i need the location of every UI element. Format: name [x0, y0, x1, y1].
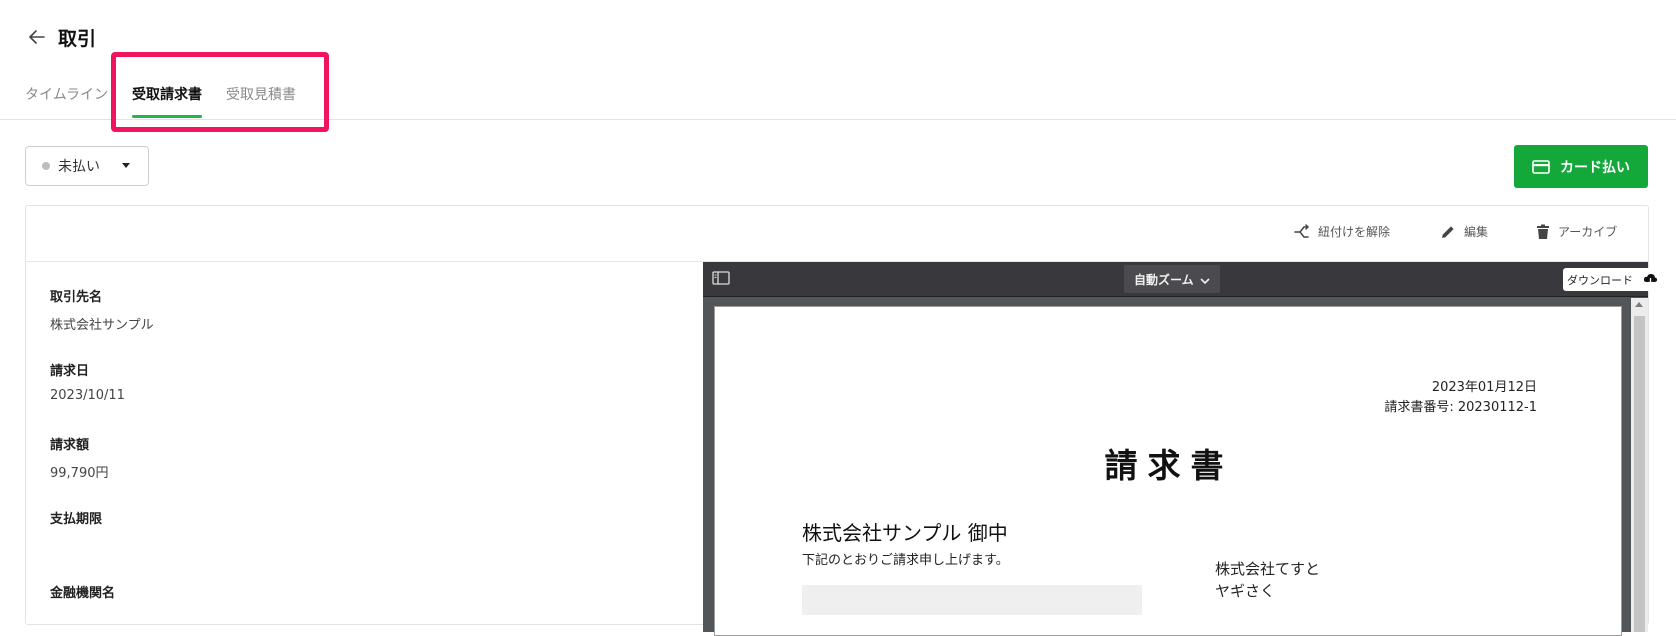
unlink-button[interactable]: 紐付けを解除	[1294, 223, 1390, 240]
doc-title: 請求書	[1104, 446, 1234, 485]
field-label-bank-name: 金融機関名	[50, 586, 116, 601]
page-header: 取引	[24, 22, 96, 52]
archive-button[interactable]: アーカイブ	[1536, 223, 1617, 240]
doc-invoice-number: 請求書番号: 20230112-1	[1384, 400, 1537, 415]
caret-down-icon	[122, 163, 130, 168]
field-label-amount: 請求額	[50, 438, 90, 453]
pdf-page: 2023年01月12日 請求書番号: 20230112-1 請求書 株式会社サン…	[714, 306, 1622, 636]
archive-label: アーカイブ	[1558, 225, 1618, 239]
tab-timeline[interactable]: タイムライン	[25, 84, 108, 104]
page-title: 取引	[58, 27, 97, 50]
tab-bar: タイムライン 受取請求書 受取見積書	[0, 78, 1676, 120]
download-button[interactable]: ダウンロード	[1563, 268, 1662, 291]
doc-contact: ヤギさく	[1215, 582, 1276, 600]
field-label-partner: 取引先名	[50, 290, 103, 305]
zoom-value: 自動ズーム	[1134, 272, 1194, 287]
credit-card-icon	[1532, 159, 1550, 174]
field-value-amount: 99,790円	[50, 466, 109, 481]
pdf-viewer: 自動ズーム ダウンロード 2023年01月12日 請求書番号: 20230112…	[703, 262, 1662, 636]
doc-amount-row	[802, 585, 1142, 615]
doc-recipient: 株式会社サンプル 御中	[802, 521, 1008, 545]
unlink-icon	[1294, 223, 1310, 240]
field-label-due-date: 支払期限	[50, 512, 103, 527]
active-tab-indicator	[132, 115, 202, 118]
card-pay-button[interactable]: カード払い	[1514, 145, 1648, 188]
edit-label: 編集	[1464, 225, 1489, 239]
field-value-invoice-date: 2023/10/11	[50, 388, 125, 403]
chevron-down-icon	[1200, 274, 1210, 288]
edit-button[interactable]: 編集	[1440, 223, 1488, 240]
field-value-partner: 株式会社サンプル	[50, 318, 154, 333]
tab-received-quotes[interactable]: 受取見積書	[226, 84, 296, 104]
back-arrow-icon[interactable]	[24, 24, 50, 50]
cloud-download-icon	[1643, 272, 1658, 289]
pdf-scrollbar-thumb[interactable]	[1634, 316, 1645, 632]
sidebar-toggle-icon[interactable]	[712, 270, 732, 288]
unlink-label: 紐付けを解除	[1318, 225, 1391, 239]
scroll-up-icon[interactable]	[1635, 302, 1643, 307]
pdf-scrollbar[interactable]	[1631, 298, 1648, 632]
status-dot-icon	[42, 162, 50, 170]
doc-issuer: 株式会社てすと	[1215, 560, 1321, 578]
payment-status-select[interactable]: 未払い	[25, 146, 149, 186]
pdf-viewer-toolbar: 自動ズーム ダウンロード	[703, 262, 1662, 297]
trash-icon	[1536, 224, 1550, 240]
zoom-select[interactable]: 自動ズーム	[1124, 265, 1220, 293]
download-label: ダウンロード	[1567, 273, 1633, 287]
pencil-icon	[1440, 224, 1456, 240]
invoice-panel: 紐付けを解除 編集 アーカイブ 取引先名 株式会社サンプル 請求日 2023/1…	[25, 205, 1662, 636]
doc-date: 2023年01月12日	[1431, 380, 1537, 395]
card-pay-label: カード払い	[1560, 159, 1630, 176]
panel-toolbar: 紐付けを解除 編集 アーカイブ	[26, 206, 1648, 262]
status-value: 未払い	[58, 159, 100, 175]
field-label-invoice-date: 請求日	[50, 364, 90, 379]
doc-intro-text: 下記のとおりご請求申し上げます。	[802, 553, 1009, 568]
tab-received-invoices[interactable]: 受取請求書	[132, 84, 202, 104]
